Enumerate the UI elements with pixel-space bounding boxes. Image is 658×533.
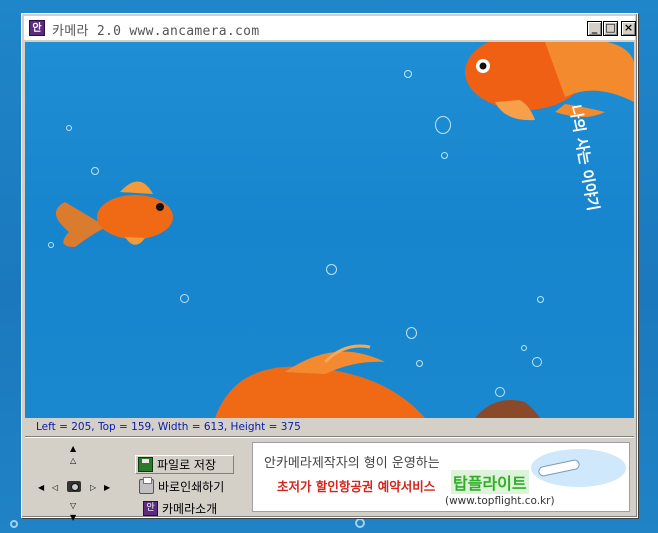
bubble: [537, 296, 544, 303]
shrink-right-button[interactable]: ▷: [90, 484, 96, 492]
maximize-button[interactable]: □: [603, 21, 618, 36]
nudge-left-button[interactable]: ◀: [38, 484, 44, 492]
bubble: [180, 294, 189, 303]
bubble: [532, 357, 542, 367]
close-button[interactable]: ×: [621, 21, 636, 36]
bubble: [355, 518, 365, 528]
printer-icon: [139, 477, 154, 494]
shrink-down-button[interactable]: ▽: [70, 502, 76, 510]
bubble: [521, 345, 527, 351]
bubble: [416, 360, 423, 367]
camera-window: 안 카메라 2.0 www.ancamera.com _ □ × 나의 사는 이…: [21, 13, 638, 522]
coordinates-status: Left = 205, Top = 159, Width = 613, Heig…: [25, 419, 634, 436]
aquarium-scene: 나의 사는 이야기: [55, 42, 634, 418]
ad-url: (www.topflight.co.kr): [445, 495, 555, 507]
about-button[interactable]: 안 카메라소개: [141, 499, 231, 518]
control-panel: ▲ △ ◀ ◁ ▷ ▶ ▽ ▼ 파일로 저장 바로인쇄하기 안 카메라소개 안카…: [25, 438, 634, 522]
bubble: [435, 116, 451, 134]
ad-line1: 안카메라제작자의 형이 운영하는: [264, 456, 440, 471]
ad-brand: 탑플라이트: [451, 470, 529, 494]
bubble: [406, 327, 417, 339]
bubble: [495, 387, 505, 397]
nudge-right-button[interactable]: ▶: [104, 484, 110, 492]
shrink-left-button[interactable]: ◁: [52, 484, 58, 492]
ad-banner[interactable]: 안카메라제작자의 형이 운영하는 초저가 할인항공권 예약서비스 탑플라이트 (…: [252, 442, 630, 512]
save-file-label: 파일로 저장: [157, 458, 217, 472]
ad-line2: 초저가 할인항공권 예약서비스: [277, 479, 436, 494]
title-bar[interactable]: 안 카메라 2.0 www.ancamera.com _ □ ×: [24, 16, 636, 40]
save-file-button[interactable]: 파일로 저장: [135, 455, 234, 474]
about-label: 카메라소개: [162, 502, 218, 516]
bubble: [404, 70, 412, 78]
print-button[interactable]: 바로인쇄하기: [137, 477, 237, 496]
app-logo-icon: 안: [143, 501, 158, 516]
minimize-button[interactable]: _: [587, 21, 602, 36]
nudge-down-button[interactable]: ▼: [70, 514, 76, 522]
goldfish-left: [55, 181, 173, 247]
goldfish-top-right: [465, 42, 634, 121]
bubble: [91, 167, 99, 175]
bubble: [48, 242, 54, 248]
bubble: [326, 264, 337, 275]
capture-viewport[interactable]: 나의 사는 이야기: [25, 42, 634, 418]
overlay-handwriting: 나의 사는 이야기: [566, 104, 602, 213]
nudge-up-button[interactable]: ▲: [70, 445, 76, 453]
goldfish-bottom: [215, 344, 540, 418]
window-title: 카메라 2.0 www.ancamera.com: [52, 24, 260, 39]
shrink-up-button[interactable]: △: [70, 457, 76, 465]
bubble: [441, 152, 448, 159]
bubble: [66, 125, 72, 131]
save-icon: [138, 457, 153, 472]
print-label: 바로인쇄하기: [158, 480, 225, 494]
camera-icon[interactable]: [67, 481, 81, 492]
app-icon: 안: [29, 20, 45, 36]
bubble: [10, 520, 18, 528]
desktop: { "window": { "title": "카메라 2.0 www.anca…: [0, 0, 658, 533]
